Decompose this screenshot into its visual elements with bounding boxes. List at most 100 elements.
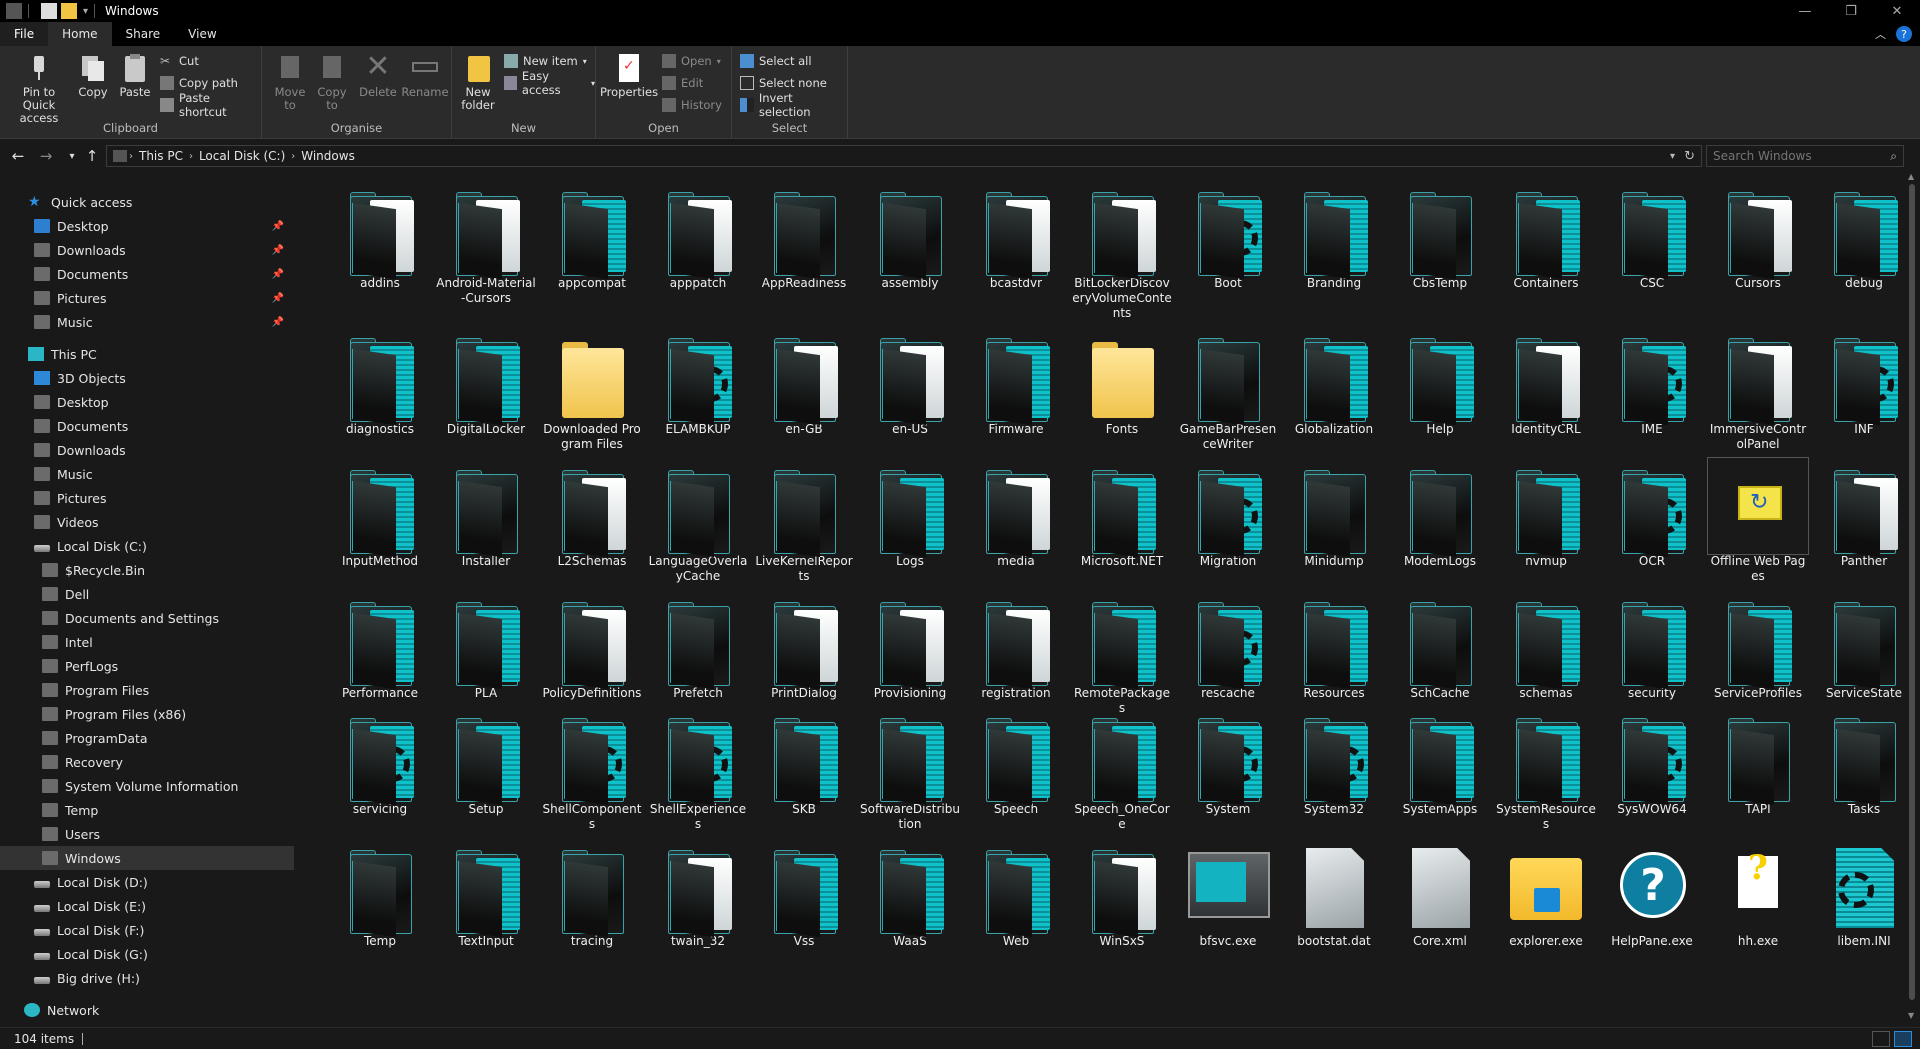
file-item[interactable]: en-GB [754, 326, 854, 437]
copy-to-button[interactable]: Copy to [312, 52, 352, 112]
file-item[interactable]: WinSxS [1072, 838, 1172, 949]
file-item[interactable]: TAPI [1708, 706, 1808, 817]
file-item[interactable]: Containers [1496, 180, 1596, 291]
file-item[interactable]: schemas [1496, 590, 1596, 701]
file-item[interactable]: SystemResources [1496, 706, 1596, 832]
file-item[interactable]: apppatch [648, 180, 748, 291]
file-item[interactable]: Tasks [1814, 706, 1904, 817]
file-item[interactable]: CSC [1602, 180, 1702, 291]
sidebar-item-temp[interactable]: Temp [0, 798, 294, 822]
file-item[interactable]: nvmup [1496, 458, 1596, 569]
scroll-down-icon[interactable]: ▼ [1908, 1011, 1914, 1020]
file-item[interactable]: servicing [330, 706, 430, 817]
sidebar-item-intel[interactable]: Intel [0, 630, 294, 654]
move-to-button[interactable]: Move to [270, 52, 310, 112]
file-item[interactable]: debug [1814, 180, 1904, 291]
easy-access-button[interactable]: Easy access ▾ [504, 69, 595, 97]
file-item[interactable]: Core.xml [1390, 838, 1490, 949]
sidebar-item-music-pc[interactable]: Music [0, 462, 294, 486]
file-item[interactable]: Temp [330, 838, 430, 949]
file-item[interactable]: security [1602, 590, 1702, 701]
file-item[interactable]: ServiceProfiles [1708, 590, 1808, 701]
file-item[interactable]: tracing [542, 838, 642, 949]
large-icons-view-button[interactable] [1894, 1031, 1912, 1047]
file-item[interactable]: twain_32 [648, 838, 748, 949]
sidebar-item-pictures[interactable]: Pictures 📌 [0, 286, 294, 310]
new-item-button[interactable]: New item ▾ [504, 52, 587, 70]
select-all-button[interactable]: Select all [740, 52, 812, 70]
file-item[interactable]: Minidump [1284, 458, 1384, 569]
up-button[interactable]: ↑ [82, 146, 102, 166]
file-item[interactable]: addins [330, 180, 430, 291]
file-item[interactable]: en-US [860, 326, 960, 437]
pin-icon[interactable]: 📌 [272, 221, 284, 232]
file-item[interactable]: System32 [1284, 706, 1384, 817]
sidebar-item-local-disk-g[interactable]: Local Disk (G:) [0, 942, 294, 966]
file-item[interactable]: INF [1814, 326, 1904, 437]
file-item[interactable]: Installer [436, 458, 536, 569]
search-input[interactable] [1713, 149, 1873, 163]
sidebar-item-desktop[interactable]: Desktop 📌 [0, 214, 294, 238]
tab-share[interactable]: Share [112, 22, 175, 46]
file-item[interactable]: SchCache [1390, 590, 1490, 701]
file-item[interactable]: RemotePackages [1072, 590, 1172, 716]
file-item[interactable]: ShellComponents [542, 706, 642, 832]
vertical-scrollbar[interactable]: ▲ ▼ [1904, 170, 1920, 1022]
file-item[interactable]: System [1178, 706, 1278, 817]
file-item[interactable]: Boot [1178, 180, 1278, 291]
properties-qat-icon[interactable] [41, 3, 57, 19]
file-item[interactable]: ServiceState [1814, 590, 1904, 701]
file-item[interactable]: L2Schemas [542, 458, 642, 569]
file-item[interactable]: Provisioning [860, 590, 960, 701]
sidebar-item-local-disk-d[interactable]: Local Disk (D:) [0, 870, 294, 894]
details-view-button[interactable] [1872, 1031, 1890, 1047]
file-item[interactable]: Performance [330, 590, 430, 701]
tab-file[interactable]: File [0, 22, 49, 46]
sidebar-item-this-pc[interactable]: This PC [0, 342, 294, 366]
file-item[interactable]: PrintDialog [754, 590, 854, 701]
search-box[interactable]: ⌕ [1706, 145, 1904, 167]
file-item[interactable]: BitLockerDiscoveryVolumeContents [1072, 180, 1172, 321]
file-item[interactable]: Web [966, 838, 1066, 949]
sidebar-item-documents-pc[interactable]: Documents [0, 414, 294, 438]
sidebar-item-videos-pc[interactable]: Videos [0, 510, 294, 534]
tab-home[interactable]: Home [48, 22, 112, 46]
file-item[interactable]: Speech_OneCore [1072, 706, 1172, 832]
file-item[interactable]: bcastdvr [966, 180, 1066, 291]
file-item[interactable]: ShellExperiences [648, 706, 748, 832]
copy-path-button[interactable]: Copy path [160, 74, 238, 92]
pin-icon[interactable]: 📌 [272, 317, 284, 328]
file-item[interactable]: SoftwareDistribution [860, 706, 960, 832]
sidebar-item-programdata[interactable]: ProgramData [0, 726, 294, 750]
properties-button[interactable]: ✓ Properties [600, 52, 658, 99]
breadcrumb-windows[interactable]: Windows [301, 149, 355, 163]
sidebar-item-perflogs[interactable]: PerfLogs [0, 654, 294, 678]
sidebar-item-pictures-pc[interactable]: Pictures [0, 486, 294, 510]
sidebar-item-local-disk-e[interactable]: Local Disk (E:) [0, 894, 294, 918]
file-item[interactable]: SKB [754, 706, 854, 817]
file-item[interactable]: explorer.exe [1496, 838, 1596, 949]
help-icon[interactable]: ? [1896, 26, 1912, 42]
sidebar-item-local-disk-f[interactable]: Local Disk (F:) [0, 918, 294, 942]
sidebar-item-recycle-bin[interactable]: $Recycle.Bin [0, 558, 294, 582]
search-icon[interactable]: ⌕ [1890, 149, 1897, 164]
file-item[interactable]: AppReadiness [754, 180, 854, 291]
invert-selection-button[interactable]: Invert selection [740, 91, 847, 119]
file-item[interactable]: Prefetch [648, 590, 748, 701]
select-none-button[interactable]: Select none [740, 74, 827, 92]
forward-button[interactable]: → [36, 146, 56, 166]
back-button[interactable]: ← [8, 146, 28, 166]
file-item[interactable]: bootstat.dat [1284, 838, 1384, 949]
paste-shortcut-button[interactable]: Paste shortcut [160, 91, 261, 119]
qat-dropdown-icon[interactable]: ▾ [83, 6, 88, 17]
file-item[interactable]: TextInput [436, 838, 536, 949]
tab-view[interactable]: View [174, 22, 230, 46]
sidebar-item-dell[interactable]: Dell [0, 582, 294, 606]
copy-button[interactable]: Copy [74, 52, 112, 99]
new-folder-button[interactable]: New folder [456, 52, 500, 112]
close-button[interactable]: ✕ [1874, 0, 1920, 22]
sidebar-item-downloads-pc[interactable]: Downloads [0, 438, 294, 462]
minimize-button[interactable]: — [1782, 0, 1828, 22]
sidebar-item-quick-access[interactable]: ★ Quick access [0, 190, 294, 214]
file-item[interactable]: Android-Material-Cursors [436, 180, 536, 306]
